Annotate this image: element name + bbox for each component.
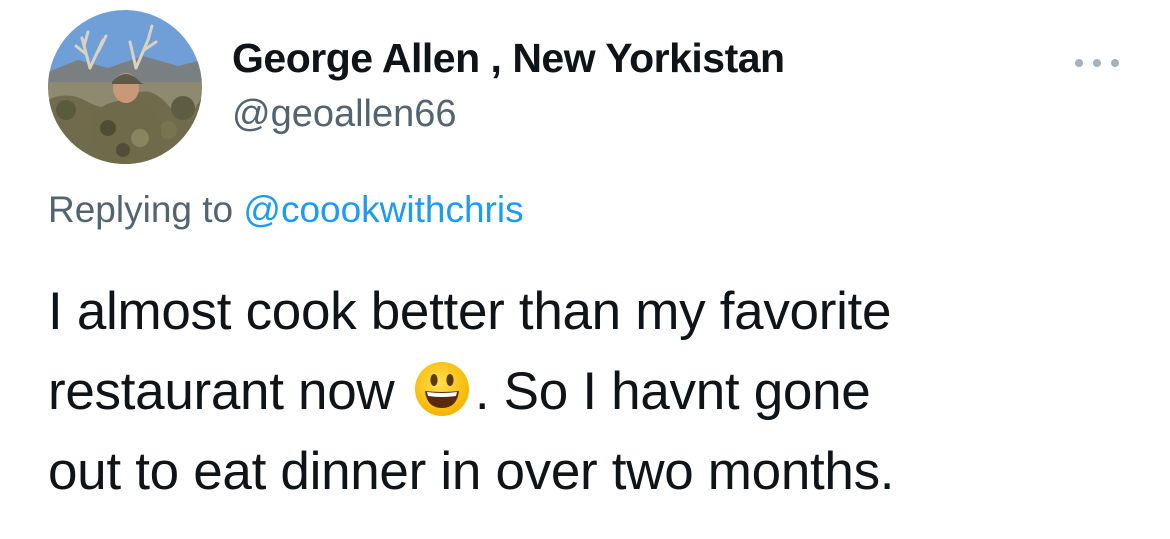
reply-mention-link[interactable]: @coookwithchris [243,189,523,230]
tweet-card: George Allen , New Yorkistan @geoallen66… [0,0,1170,539]
tweet-text: I almost cook better than my favorite re… [48,272,1138,512]
tweet-text-line-3: out to eat dinner in over two months. [48,442,895,501]
avatar-photo [48,10,202,164]
display-name[interactable]: George Allen , New Yorkistan [232,35,785,81]
avatar[interactable] [48,10,202,164]
smiley-emoji-icon [413,360,471,418]
tweet-text-line-2: restaurant now . So I havnt gone [48,352,1138,432]
tweet-text-line-1: I almost cook better than my favorite [48,282,892,341]
tweet-text-line-2-start: restaurant now [48,362,395,421]
user-handle[interactable]: @geoallen66 [232,93,457,136]
replying-prefix: Replying to [48,189,234,230]
tweet-text-line-2-end: . So I havnt gone [474,362,871,421]
more-options-icon[interactable] [1068,46,1126,80]
replying-to: Replying to @coookwithchris [48,189,524,231]
